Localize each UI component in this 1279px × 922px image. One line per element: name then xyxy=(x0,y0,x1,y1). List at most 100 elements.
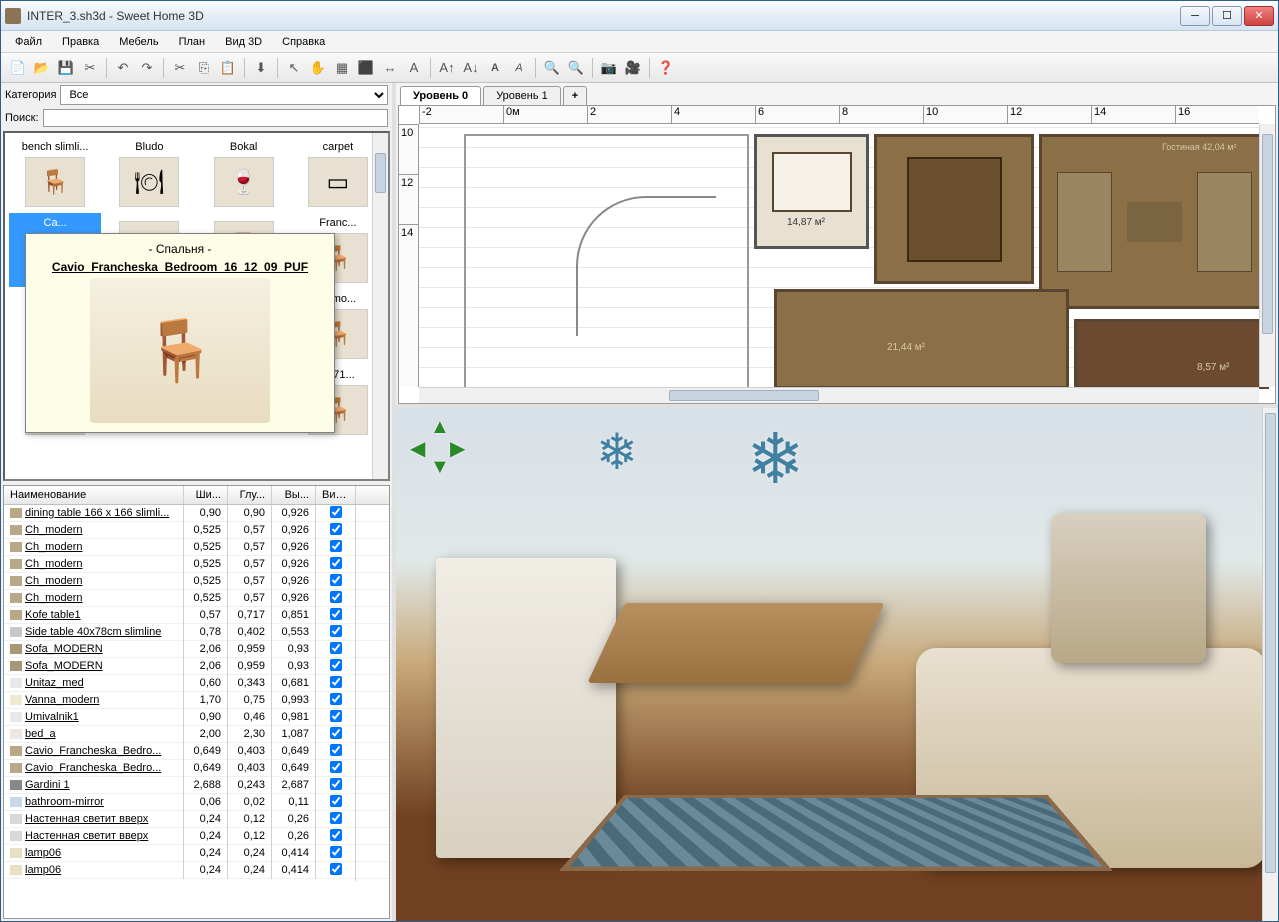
menu-edit[interactable]: Правка xyxy=(52,33,109,51)
outline-shape[interactable] xyxy=(464,134,749,394)
menu-view3d[interactable]: Вид 3D xyxy=(215,33,272,51)
visible-checkbox[interactable] xyxy=(330,727,342,739)
visible-checkbox[interactable] xyxy=(330,659,342,671)
visible-checkbox[interactable] xyxy=(330,795,342,807)
text-italic-icon[interactable]: A xyxy=(508,57,530,79)
tab-level1[interactable]: Уровень 1 xyxy=(483,86,561,105)
view3d-scrollbar[interactable] xyxy=(1262,408,1278,921)
cell-height: 0,926 xyxy=(272,538,316,556)
visible-checkbox[interactable] xyxy=(330,625,342,637)
header-depth[interactable]: Глу... xyxy=(228,486,272,504)
zoom-in-icon[interactable]: 🔍 xyxy=(541,57,563,79)
catalog-scrollbar[interactable] xyxy=(372,133,388,479)
scroll-thumb[interactable] xyxy=(1265,413,1276,873)
add-furniture-icon[interactable]: ⬇ xyxy=(250,57,272,79)
visible-checkbox[interactable] xyxy=(330,523,342,535)
category-select[interactable]: Все xyxy=(60,85,388,105)
visible-checkbox[interactable] xyxy=(330,693,342,705)
view-3d[interactable]: ▲ ▼ ◀ ▶ ❄ ❄ xyxy=(396,408,1278,921)
visible-checkbox[interactable] xyxy=(330,778,342,790)
dining-table-shape[interactable] xyxy=(907,157,1002,262)
catalog-item[interactable]: carpet▭ xyxy=(292,137,384,211)
plan-canvas[interactable]: 14,87 м² Гостиная 42,04 м² xyxy=(419,124,1259,387)
save-icon[interactable]: 💾 xyxy=(55,57,77,79)
maximize-button[interactable]: ☐ xyxy=(1212,6,1242,26)
redo-icon[interactable]: ↷ xyxy=(136,57,158,79)
room-1[interactable]: 14,87 м² xyxy=(754,134,869,249)
catalog-item[interactable]: Bludo🍽 xyxy=(103,137,195,211)
header-height[interactable]: Вы... xyxy=(272,486,316,504)
catalog-item[interactable]: Bokal🍷 xyxy=(198,137,290,211)
nav-down-icon[interactable]: ▼ xyxy=(430,456,450,476)
undo-icon[interactable]: ↶ xyxy=(112,57,134,79)
text-smaller-icon[interactable]: A↓ xyxy=(460,57,482,79)
select-icon[interactable]: ↖ xyxy=(283,57,305,79)
visible-checkbox[interactable] xyxy=(330,761,342,773)
minimize-button[interactable]: ─ xyxy=(1180,6,1210,26)
cut-icon[interactable]: ✂ xyxy=(169,57,191,79)
visible-checkbox[interactable] xyxy=(330,506,342,518)
header-name[interactable]: Наименование xyxy=(4,486,184,504)
cell-width: 0,649 xyxy=(184,759,228,777)
menu-furniture[interactable]: Мебель xyxy=(109,33,168,51)
furniture-shape[interactable] xyxy=(772,152,852,212)
video-icon[interactable]: 🎥 xyxy=(622,57,644,79)
menu-help[interactable]: Справка xyxy=(272,33,335,51)
paste-icon[interactable]: 📋 xyxy=(217,57,239,79)
help-icon[interactable]: ❓ xyxy=(655,57,677,79)
scroll-thumb[interactable] xyxy=(1262,134,1273,334)
table-row[interactable]: lamp06 0,24 0,24 0,414 xyxy=(4,862,389,879)
visible-checkbox[interactable] xyxy=(330,812,342,824)
sofa-shape[interactable] xyxy=(1057,172,1112,272)
visible-checkbox[interactable] xyxy=(330,744,342,756)
visible-checkbox[interactable] xyxy=(330,829,342,841)
visible-checkbox[interactable] xyxy=(330,557,342,569)
room-living[interactable]: Гостиная 42,04 м² xyxy=(1039,134,1269,309)
photo-icon[interactable]: 📷 xyxy=(598,57,620,79)
table-shape[interactable] xyxy=(1127,202,1182,242)
room-dining[interactable] xyxy=(874,134,1034,284)
tab-level0[interactable]: Уровень 0 xyxy=(400,86,481,105)
menu-file[interactable]: Файл xyxy=(5,33,52,51)
visible-checkbox[interactable] xyxy=(330,540,342,552)
text-bold-icon[interactable]: A xyxy=(484,57,506,79)
dimension-icon[interactable]: ↔ xyxy=(379,57,401,79)
visible-checkbox[interactable] xyxy=(330,676,342,688)
wall-icon[interactable]: ▦ xyxy=(331,57,353,79)
preferences-icon[interactable]: ✂ xyxy=(79,57,101,79)
visible-checkbox[interactable] xyxy=(330,710,342,722)
search-input[interactable] xyxy=(43,109,388,127)
nav-left-icon[interactable]: ◀ xyxy=(410,436,430,456)
open-icon[interactable]: 📂 xyxy=(31,57,53,79)
copy-icon[interactable]: ⎘ xyxy=(193,57,215,79)
plan-view[interactable]: -20м246810121416 101214 14,87 м² Гостина… xyxy=(398,105,1276,404)
sofa-shape[interactable] xyxy=(1197,172,1252,272)
room-icon[interactable]: ⬛ xyxy=(355,57,377,79)
room-bedroom[interactable]: 21,44 м² xyxy=(774,289,1069,389)
catalog-thumb: 🍽 xyxy=(119,157,179,207)
room-bath[interactable]: 8,57 м² xyxy=(1074,319,1269,389)
visible-checkbox[interactable] xyxy=(330,608,342,620)
visible-checkbox[interactable] xyxy=(330,846,342,858)
tab-add[interactable]: + xyxy=(563,86,587,105)
visible-checkbox[interactable] xyxy=(330,863,342,875)
visible-checkbox[interactable] xyxy=(330,574,342,586)
plan-scrollbar-h[interactable] xyxy=(419,387,1259,403)
text-icon[interactable]: A xyxy=(403,57,425,79)
new-icon[interactable]: 📄 xyxy=(7,57,29,79)
plan-scrollbar-v[interactable] xyxy=(1259,124,1275,387)
scroll-thumb[interactable] xyxy=(669,390,819,401)
menu-plan[interactable]: План xyxy=(169,33,216,51)
visible-checkbox[interactable] xyxy=(330,591,342,603)
nav-up-icon[interactable]: ▲ xyxy=(430,416,450,436)
catalog-item[interactable]: bench slimli...🪑 xyxy=(9,137,101,211)
nav-right-icon[interactable]: ▶ xyxy=(450,436,470,456)
header-width[interactable]: Ши... xyxy=(184,486,228,504)
text-bigger-icon[interactable]: A↑ xyxy=(436,57,458,79)
close-button[interactable]: ✕ xyxy=(1244,6,1274,26)
visible-checkbox[interactable] xyxy=(330,642,342,654)
pan-icon[interactable]: ✋ xyxy=(307,57,329,79)
header-visible[interactable]: Види... xyxy=(316,486,356,504)
zoom-out-icon[interactable]: 🔍 xyxy=(565,57,587,79)
scroll-thumb[interactable] xyxy=(375,153,386,193)
